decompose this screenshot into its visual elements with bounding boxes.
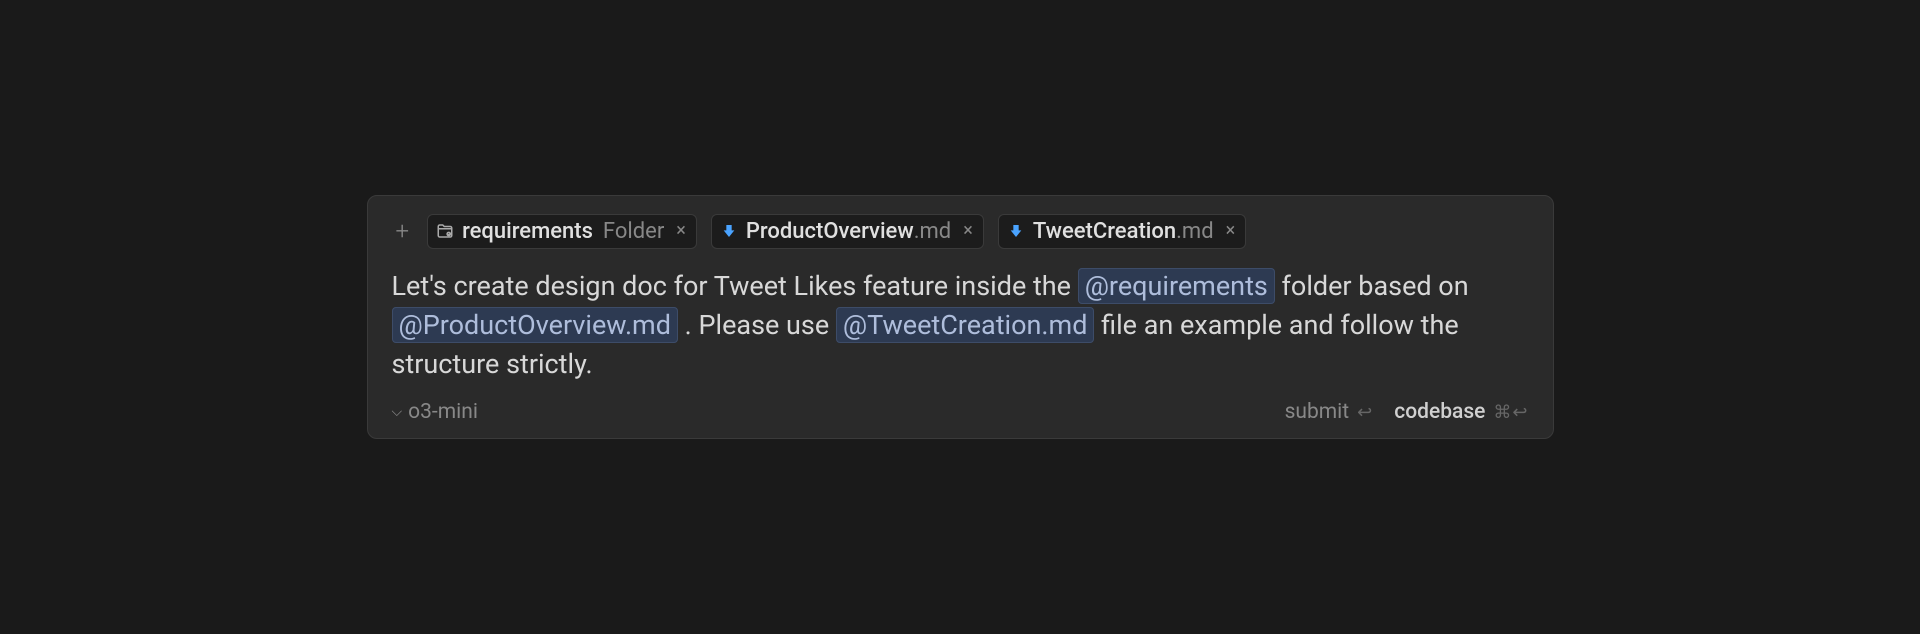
prompt-box: + requirements Folder × Produc	[367, 195, 1554, 439]
add-context-button[interactable]: +	[392, 217, 414, 245]
context-chip-productoverview[interactable]: ProductOverview.md ×	[711, 214, 984, 249]
chevron-down-icon: ⌵	[392, 404, 403, 420]
chip-name: ProductOverview.md	[746, 219, 951, 244]
context-chip-requirements[interactable]: requirements Folder ×	[427, 214, 697, 249]
codebase-button[interactable]: codebase ⌘↩	[1394, 400, 1528, 424]
codebase-label: codebase	[1394, 400, 1485, 424]
mention[interactable]: @TweetCreation.md	[836, 307, 1095, 343]
markdown-icon	[1007, 222, 1025, 240]
model-name: o3-mini	[408, 400, 478, 424]
cmd-enter-key-icon: ⌘↩	[1493, 402, 1528, 423]
folder-icon	[436, 222, 454, 240]
model-selector[interactable]: ⌵ o3-mini	[392, 400, 478, 424]
prompt-input[interactable]: Let's create design doc for Tweet Likes …	[392, 267, 1529, 384]
chip-close-icon[interactable]: ×	[963, 222, 973, 240]
chip-close-icon[interactable]: ×	[676, 222, 686, 240]
submit-label: submit	[1285, 400, 1350, 424]
markdown-icon	[720, 222, 738, 240]
context-row: + requirements Folder × Produc	[392, 214, 1529, 249]
submit-button[interactable]: submit ↩	[1285, 400, 1373, 424]
context-chip-tweetcreation[interactable]: TweetCreation.md ×	[998, 214, 1246, 249]
footer-actions: submit ↩ codebase ⌘↩	[1285, 400, 1529, 424]
enter-key-icon: ↩	[1357, 402, 1372, 423]
prompt-footer: ⌵ o3-mini submit ↩ codebase ⌘↩	[392, 400, 1529, 424]
chip-meta: Folder	[603, 219, 664, 244]
chip-close-icon[interactable]: ×	[1226, 222, 1236, 240]
mention[interactable]: @ProductOverview.md	[392, 307, 678, 343]
chip-name: TweetCreation.md	[1033, 219, 1214, 244]
chip-name: requirements	[462, 219, 593, 244]
mention[interactable]: @requirements	[1078, 268, 1275, 304]
